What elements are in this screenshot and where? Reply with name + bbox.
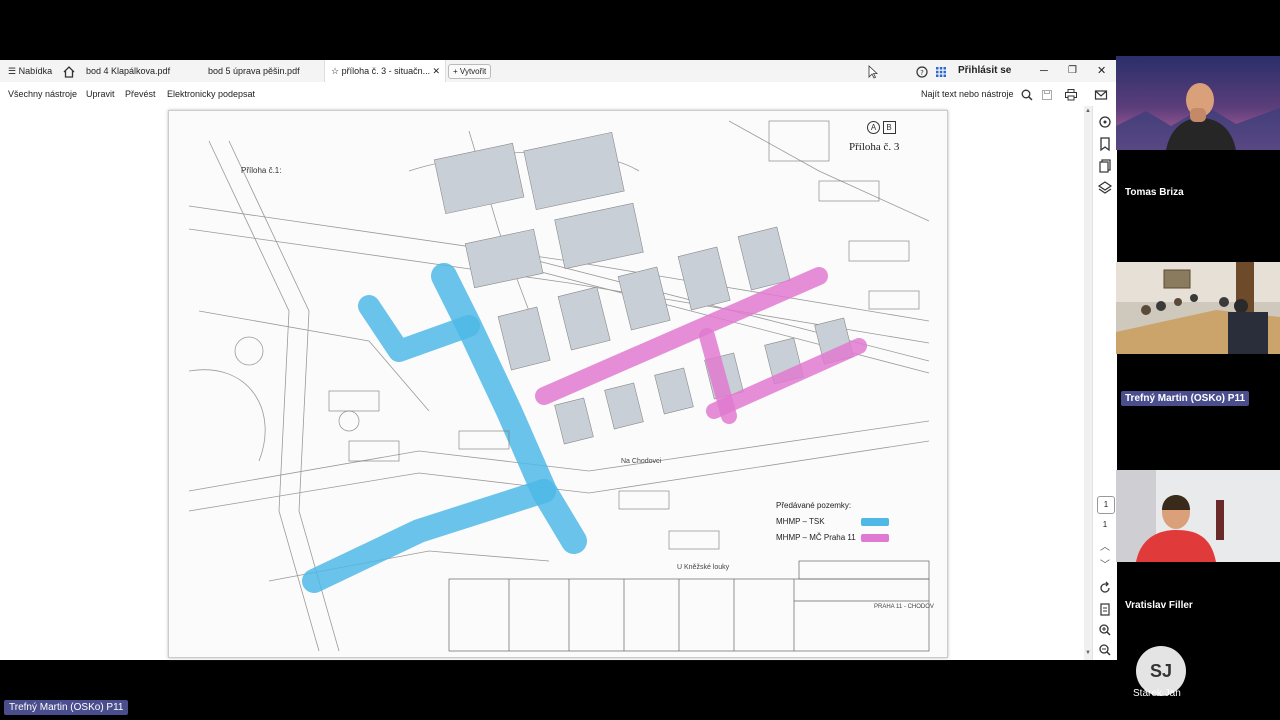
minimize-icon[interactable]: ─	[1040, 60, 1048, 82]
toolbar: Všechny nástroje Upravit Převést Elektro…	[0, 82, 1116, 107]
tab-priloha3[interactable]: ☆ příloha č. 3 - situačn... ✕	[324, 60, 446, 82]
search-tools-field[interactable]: Najít text nebo nástroje	[921, 82, 1034, 106]
legend-swatch-tsk	[861, 518, 889, 526]
zoom-in-icon[interactable]	[1097, 622, 1113, 638]
page-total: 1	[1102, 520, 1108, 529]
sheet-marks: A B	[867, 121, 896, 134]
legend-item-mc: MHMP – MČ Praha 11	[776, 533, 889, 542]
street-label-2: U Kněžské louky	[677, 564, 730, 571]
save-icon[interactable]	[1040, 82, 1054, 106]
right-rail: 1 1 ︿ ﹀	[1092, 106, 1117, 660]
comment-icon[interactable]	[1097, 114, 1113, 130]
close-window-icon[interactable]: ✕	[1097, 60, 1106, 82]
rotate-icon[interactable]	[1097, 580, 1113, 596]
legend-item-tsk: MHMP – TSK	[776, 517, 889, 526]
search-icon	[1020, 89, 1034, 101]
scroll-down-icon[interactable]: ▼	[1085, 650, 1091, 656]
participant-video	[1116, 262, 1280, 354]
star-icon[interactable]: ☆	[331, 66, 339, 76]
legend-title: Předávané pozemky:	[776, 501, 852, 510]
restore-icon[interactable]: ❐	[1068, 60, 1077, 82]
convert-button[interactable]: Převést	[125, 82, 156, 106]
hamburger-icon: ☰	[8, 66, 17, 76]
prev-page-icon[interactable]: ︿	[1097, 538, 1113, 554]
site-plan-drawing	[169, 111, 947, 657]
plus-icon: +	[453, 67, 458, 76]
participant-name-trefny: Trefný Martin (OSKo) P11	[1121, 391, 1250, 406]
svg-text:?: ?	[920, 69, 924, 77]
video-tile-tomas[interactable]	[1116, 56, 1280, 150]
close-tab-icon[interactable]: ✕	[432, 60, 440, 82]
tab-bar: ☰ Nabídka bod 4 Klapálkova.pdf bod 5 úpr…	[0, 60, 1116, 83]
print-icon[interactable]	[1064, 82, 1078, 106]
tab-bod4[interactable]: bod 4 Klapálkova.pdf	[86, 60, 170, 82]
mail-icon[interactable]	[1094, 82, 1108, 106]
title-block-text: PRAHA 11 - CHODOV	[874, 604, 934, 610]
page-tools-icon[interactable]	[1097, 602, 1113, 618]
layers-icon[interactable]	[1097, 180, 1113, 196]
help-icon[interactable]: ?	[915, 60, 929, 82]
edit-button[interactable]: Upravit	[86, 82, 115, 106]
pdf-page[interactable]: A B Příloha č. 3 Příloha č.1: Na Chodovc…	[168, 110, 948, 658]
participant-video	[1116, 83, 1280, 150]
active-speaker-label: Trefný Martin (OSKo) P11	[4, 700, 129, 715]
participant-video	[1116, 470, 1280, 562]
next-page-icon[interactable]: ﹀	[1097, 556, 1113, 572]
participant-name-starek: Stárek Jan	[1133, 688, 1181, 699]
tab-bod5[interactable]: bod 5 úprava pěšin.pdf	[208, 60, 300, 82]
bookmark-icon[interactable]	[1097, 136, 1113, 152]
video-tile-meeting-room[interactable]	[1116, 262, 1280, 354]
vertical-scrollbar[interactable]: ▲ ▼	[1084, 106, 1092, 660]
all-tools-button[interactable]: Všechny nástroje	[8, 82, 77, 106]
apps-grid-icon[interactable]	[934, 60, 948, 82]
street-label: Na Chodovci	[621, 458, 662, 465]
page-number-box[interactable]: 1	[1097, 496, 1115, 514]
menu-button[interactable]: ☰ Nabídka	[8, 60, 52, 82]
legend-swatch-mc	[861, 534, 889, 542]
annex-title: Příloha č. 3	[849, 141, 900, 153]
pages-icon[interactable]	[1097, 158, 1113, 174]
video-tile-vratislav[interactable]	[1116, 470, 1280, 562]
sign-in-button[interactable]: Přihlásit se	[958, 60, 1011, 82]
home-icon[interactable]	[62, 60, 76, 82]
pdf-viewer-window: ☰ Nabídka bod 4 Klapálkova.pdf bod 5 úpr…	[0, 60, 1117, 660]
esign-button[interactable]: Elektronicky podepsat	[167, 82, 255, 106]
scroll-up-icon[interactable]: ▲	[1085, 108, 1091, 114]
annex-left-label: Příloha č.1:	[241, 166, 282, 175]
cursor-icon	[866, 60, 880, 82]
participant-name-tomas: Tomas Briza	[1125, 187, 1184, 198]
new-tab-button[interactable]: + Vytvořit	[448, 64, 492, 79]
participant-name-vratislav: Vratislav Filler	[1125, 600, 1193, 611]
zoom-out-icon[interactable]	[1097, 642, 1113, 658]
document-viewer[interactable]: A B Příloha č. 3 Příloha č.1: Na Chodovc…	[0, 106, 1117, 660]
